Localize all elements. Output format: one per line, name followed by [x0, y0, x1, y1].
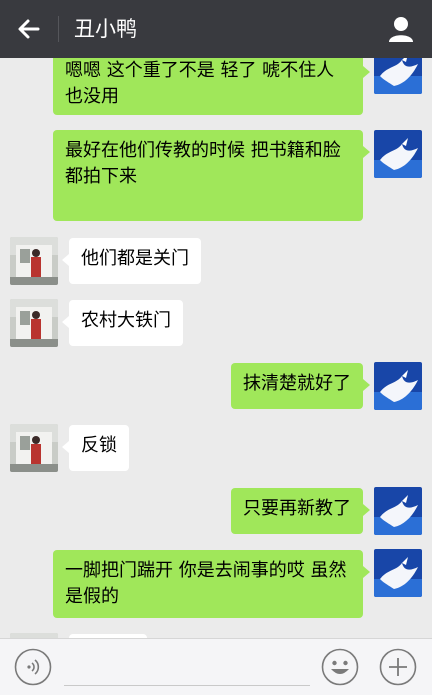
- voice-button[interactable]: [14, 648, 52, 686]
- message-bubble[interactable]: 一脚把门踹开 你是去闹事的哎 虽然是假的: [53, 550, 370, 618]
- message-text: 一脚把门踹开 你是去闹事的哎 虽然是假的: [65, 560, 347, 607]
- more-button[interactable]: [379, 648, 417, 686]
- voice-icon: [14, 648, 52, 686]
- input-toolbar: [0, 638, 432, 695]
- contact-avatar[interactable]: [10, 424, 58, 472]
- message-input[interactable]: [64, 685, 310, 686]
- chat-title: 丑小鸭: [74, 17, 137, 41]
- message-text: 抹清楚就好了: [243, 373, 351, 394]
- self-avatar[interactable]: [374, 549, 422, 597]
- contact-info-button[interactable]: [386, 14, 416, 44]
- self-avatar[interactable]: [374, 487, 422, 535]
- header-divider: [58, 16, 59, 42]
- message-bubble[interactable]: 抹清楚就好了: [231, 363, 370, 409]
- contact-avatar[interactable]: [10, 299, 58, 347]
- contact-avatar[interactable]: [10, 237, 58, 285]
- emoji-icon: [321, 648, 359, 686]
- plus-icon: [379, 648, 417, 686]
- message-text: 他们都是关门: [81, 248, 189, 269]
- message-text: 农村大铁门: [81, 310, 171, 331]
- message-bubble[interactable]: 最好在他们传教的时候 把书籍和脸都拍下来: [53, 130, 370, 221]
- message-text: 反锁: [81, 435, 117, 456]
- self-avatar[interactable]: [374, 58, 422, 94]
- back-button[interactable]: [14, 14, 44, 44]
- message-bubble[interactable]: 农村大铁门: [62, 300, 183, 346]
- message-bubble[interactable]: 他们都是关门: [62, 238, 201, 284]
- message-text: 最好在他们传教的时候 把书籍和脸都拍下来: [65, 140, 341, 187]
- chat-header: 丑小鸭: [0, 0, 432, 58]
- message-bubble[interactable]: 反锁: [62, 425, 129, 471]
- message-text: 只要再新教了: [243, 498, 351, 519]
- message-bubble[interactable]: 只要再新教了: [231, 488, 370, 534]
- message-list[interactable]: 嗯嗯 这个重了不是 轻了 唬不住人也没用 最好在他们传教的时候 把书籍和脸都拍下…: [0, 58, 432, 638]
- message-text: 嗯嗯 这个重了不是 轻了 唬不住人也没用: [65, 60, 335, 107]
- message-bubble[interactable]: 嗯嗯 这个重了不是 轻了 唬不住人也没用: [53, 58, 370, 115]
- person-icon: [389, 17, 413, 42]
- arrow-left-icon: [18, 19, 40, 39]
- emoji-button[interactable]: [321, 648, 359, 686]
- self-avatar[interactable]: [374, 130, 422, 178]
- self-avatar[interactable]: [374, 362, 422, 410]
